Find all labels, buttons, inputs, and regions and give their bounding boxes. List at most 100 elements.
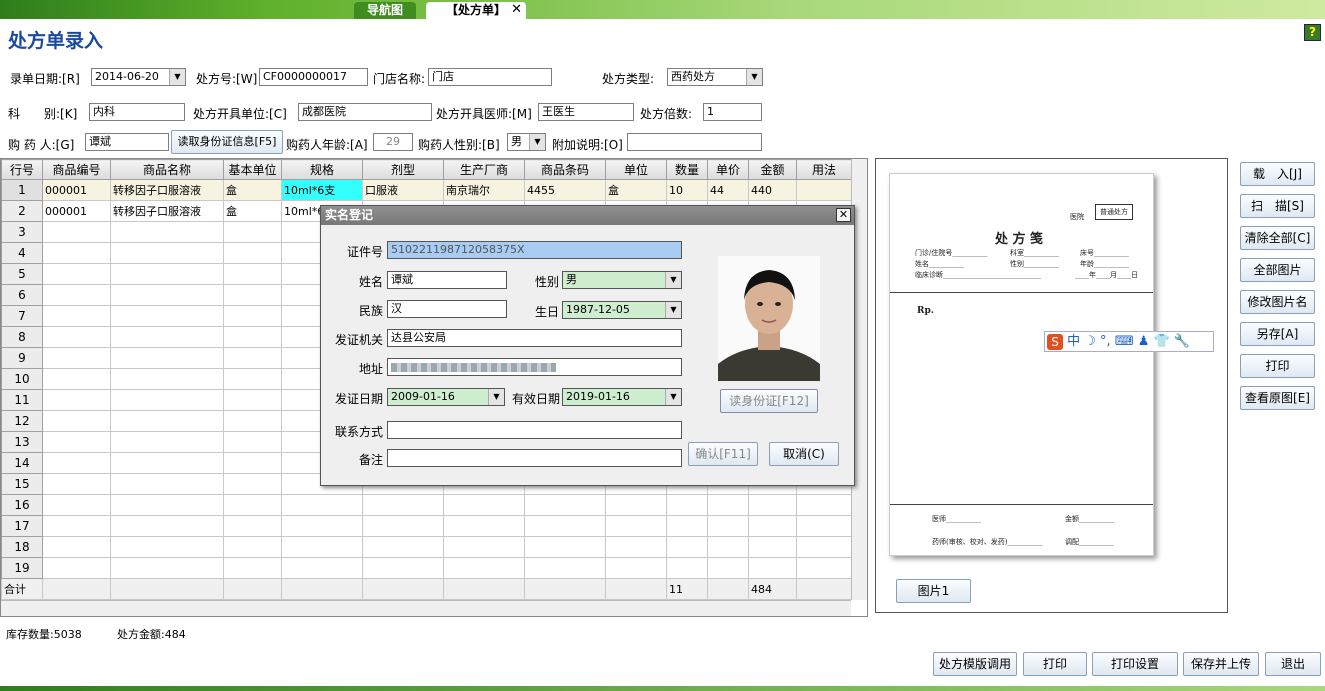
table-cell[interactable] — [524, 494, 606, 516]
table-cell[interactable] — [110, 221, 224, 243]
exit-button[interactable]: 退出 — [1265, 652, 1321, 676]
table-cell[interactable] — [110, 515, 224, 537]
table-cell[interactable] — [748, 494, 797, 516]
cancel-button[interactable]: 取消(C) — [769, 442, 839, 466]
table-cell[interactable] — [110, 410, 224, 432]
table-cell[interactable] — [223, 284, 282, 306]
table-cell[interactable] — [362, 536, 444, 558]
table-cell[interactable]: 口服液 — [362, 179, 444, 201]
table-cell[interactable] — [42, 536, 111, 558]
ime-toolbar[interactable]: S 中 ☽ °, ⌨ ♟ 👕 🔧 — [1044, 331, 1214, 352]
table-cell[interactable] — [605, 515, 667, 537]
dropdown-arrow-icon[interactable]: ▼ — [665, 389, 681, 405]
table-cell[interactable] — [223, 305, 282, 327]
table-cell[interactable] — [110, 326, 224, 348]
tab-prescription[interactable]: 【处方单】 ✕ — [426, 2, 526, 19]
table-cell[interactable]: 南京瑞尔 — [443, 179, 525, 201]
authority-field[interactable]: 达县公安局 — [387, 329, 682, 347]
col-header[interactable]: 行号 — [1, 159, 43, 180]
table-cell[interactable] — [110, 263, 224, 285]
table-cell[interactable] — [443, 536, 525, 558]
print-button[interactable]: 打印 — [1023, 652, 1087, 676]
table-cell[interactable] — [110, 347, 224, 369]
table-cell[interactable] — [524, 557, 606, 579]
ime-tools[interactable]: 中 ☽ °, ⌨ ♟ 👕 🔧 — [1067, 334, 1190, 349]
table-cell[interactable] — [42, 221, 111, 243]
buyer-field[interactable]: 谭斌 — [85, 133, 169, 151]
rx-no-field[interactable]: CF0000000017 — [259, 68, 368, 86]
table-cell[interactable] — [707, 557, 749, 579]
dropdown-arrow-icon[interactable]: ▼ — [665, 302, 681, 318]
confirm-button[interactable]: 确认[F11] — [688, 442, 758, 466]
store-field[interactable]: 门店 — [428, 68, 552, 86]
table-cell[interactable] — [223, 452, 282, 474]
table-row[interactable]: 19 — [1, 557, 852, 579]
table-cell[interactable] — [110, 305, 224, 327]
table-cell[interactable] — [443, 557, 525, 579]
table-cell[interactable] — [223, 326, 282, 348]
table-cell[interactable] — [42, 557, 111, 579]
table-cell[interactable] — [748, 557, 797, 579]
multiple-field[interactable]: 1 — [703, 103, 762, 121]
table-cell[interactable] — [110, 242, 224, 264]
table-cell[interactable]: 10ml*6支 — [281, 179, 363, 201]
table-cell[interactable] — [42, 452, 111, 474]
image1-button[interactable]: 图片1 — [896, 579, 971, 603]
table-cell[interactable] — [362, 515, 444, 537]
table-cell[interactable] — [223, 536, 282, 558]
table-cell[interactable]: 440 — [748, 179, 797, 201]
table-cell[interactable]: 转移因子口服溶液 — [110, 179, 224, 201]
col-header[interactable]: 用法 — [796, 159, 852, 180]
col-header[interactable]: 商品条码 — [524, 159, 606, 180]
age-field[interactable]: 29 — [373, 133, 413, 151]
table-cell[interactable] — [223, 515, 282, 537]
tab-navigation[interactable]: 导航图 — [354, 2, 416, 19]
col-header[interactable]: 生产厂商 — [443, 159, 525, 180]
table-cell[interactable] — [223, 557, 282, 579]
id-field[interactable]: 510221198712058375X — [387, 241, 682, 259]
table-row[interactable]: 17 — [1, 515, 852, 537]
table-cell[interactable] — [110, 494, 224, 516]
col-header[interactable]: 商品名称 — [110, 159, 224, 180]
dropdown-arrow-icon[interactable]: ▼ — [488, 389, 504, 405]
table-cell[interactable] — [796, 179, 852, 201]
table-cell[interactable] — [796, 557, 852, 579]
table-cell[interactable] — [281, 557, 363, 579]
table-cell[interactable] — [605, 557, 667, 579]
date-picker[interactable]: 2014-06-20 ▼ — [91, 68, 186, 86]
table-cell[interactable] — [605, 494, 667, 516]
table-row[interactable]: 18 — [1, 536, 852, 558]
table-cell[interactable] — [110, 557, 224, 579]
table-cell[interactable] — [748, 536, 797, 558]
table-cell[interactable] — [110, 431, 224, 453]
table-cell[interactable] — [748, 515, 797, 537]
col-header[interactable]: 数量 — [666, 159, 708, 180]
issue-picker[interactable]: 2009-01-16 ▼ — [387, 388, 505, 406]
rx-type-select[interactable]: 西药处方 ▼ — [667, 68, 763, 86]
table-cell[interactable] — [443, 494, 525, 516]
col-header[interactable]: 商品编号 — [42, 159, 111, 180]
close-icon[interactable]: ✕ — [511, 2, 522, 18]
print-settings-button[interactable]: 打印设置 — [1092, 652, 1178, 676]
table-cell[interactable] — [524, 536, 606, 558]
clear-all-button[interactable]: 清除全部[C] — [1240, 226, 1315, 250]
table-cell[interactable] — [666, 494, 708, 516]
table-cell[interactable] — [443, 515, 525, 537]
table-cell[interactable] — [42, 284, 111, 306]
table-cell[interactable] — [796, 494, 852, 516]
help-icon[interactable]: ? — [1304, 24, 1321, 41]
table-cell[interactable] — [42, 326, 111, 348]
expire-picker[interactable]: 2019-01-16 ▼ — [562, 388, 682, 406]
table-cell[interactable] — [666, 557, 708, 579]
table-cell[interactable] — [223, 263, 282, 285]
load-button[interactable]: 载 入[J] — [1240, 162, 1315, 186]
table-cell[interactable] — [605, 536, 667, 558]
table-cell[interactable] — [223, 368, 282, 390]
print-image-button[interactable]: 打印 — [1240, 354, 1315, 378]
table-cell[interactable] — [223, 221, 282, 243]
table-cell[interactable] — [110, 452, 224, 474]
col-header[interactable]: 单价 — [707, 159, 749, 180]
table-cell[interactable]: 盒 — [223, 200, 282, 222]
view-original-button[interactable]: 查看原图[E] — [1240, 386, 1315, 410]
table-cell[interactable]: 转移因子口服溶液 — [110, 200, 224, 222]
